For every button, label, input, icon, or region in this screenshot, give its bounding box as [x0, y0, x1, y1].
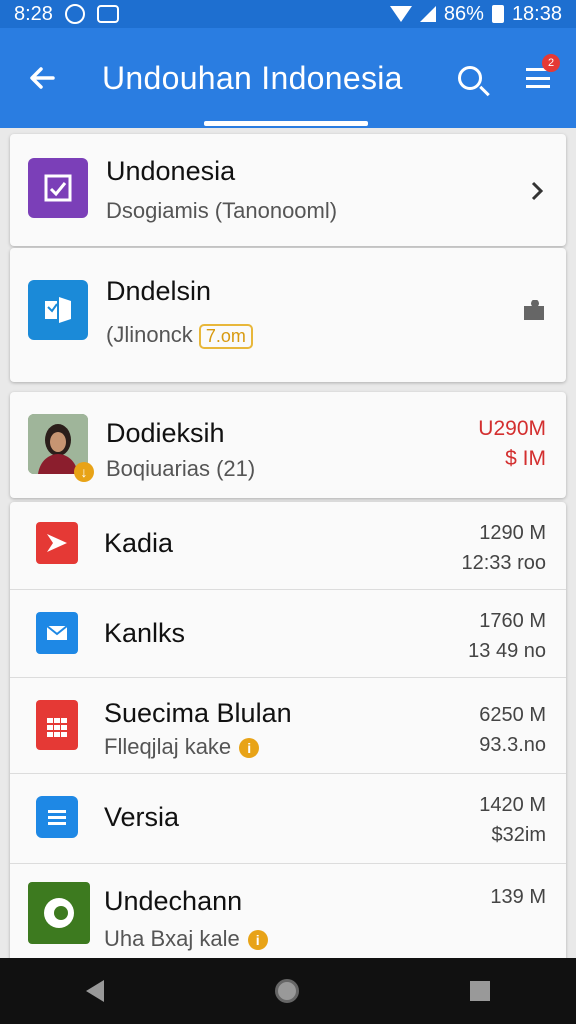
card-sub: (Jlinonck 7.om: [106, 322, 253, 349]
status-badge: ↓: [74, 462, 94, 482]
card-name: Undonesia: [106, 156, 236, 186]
nav-recent-icon[interactable]: [470, 981, 491, 1001]
app-bar: Undouhan Indonesia 2: [0, 28, 576, 128]
card-value: U290M $ IM: [478, 417, 546, 470]
system-nav-bar: [0, 958, 576, 1024]
list-item[interactable]: Suecima Blulan Flleqjlaj kake i 6250 M 93…: [10, 678, 566, 772]
mail-icon: [36, 612, 78, 654]
file-list: Kadia 1290 M 12:33 roo Kanlks 1760 M 13 …: [10, 502, 566, 958]
item-name: Versia: [104, 802, 180, 832]
card-dodieksih[interactable]: ↓ Dodieksih Boqiuarias (21) U290M $ IM: [10, 392, 566, 498]
spreadsheet-icon: [36, 700, 78, 750]
menu-badge: 2: [542, 54, 560, 72]
item-name: Kadia: [104, 528, 174, 558]
download-list: Undonesia Dsogiamis (Tanonooml) Dndelsin…: [0, 128, 576, 958]
app-notification-icon: [96, 5, 119, 23]
card-name: Dndelsin: [106, 276, 212, 306]
office-icon: [28, 280, 88, 340]
battery-icon: [491, 5, 504, 23]
info-badge-icon: i: [239, 738, 260, 759]
page-title: Undouhan Indonesia: [102, 59, 403, 96]
tab-indicator: [204, 121, 368, 126]
list-item[interactable]: Kanlks 1760 M 13 49 no: [10, 590, 566, 676]
document-check-icon: [28, 158, 88, 218]
nav-back-icon[interactable]: [85, 980, 104, 1002]
item-sub: Uha Bxaj kale i: [104, 926, 268, 952]
status-time-right: 18:38: [511, 2, 562, 25]
item-value: 1760 M 13 49 no: [468, 610, 546, 662]
item-name: Suecima Blulan: [104, 698, 292, 728]
arrow-left-icon: [30, 67, 55, 89]
search-button[interactable]: [440, 66, 500, 90]
card-name: Dodieksih: [106, 418, 225, 448]
card-sub: Dsogiamis (Tanonooml): [106, 198, 338, 223]
search-icon: [458, 66, 482, 90]
list-item[interactable]: Versia 1420 M $32im: [10, 774, 566, 862]
wifi-icon: [389, 6, 412, 22]
document-lines-icon: [36, 796, 78, 838]
item-name: Undechann: [104, 886, 243, 916]
item-value: 6250 M 93.3.no: [479, 704, 546, 756]
item-value: 139 M: [490, 886, 546, 908]
card-sub: Boqiuarias (21): [106, 456, 256, 481]
play-icon: [36, 522, 78, 564]
card-undonesia[interactable]: Undonesia Dsogiamis (Tanonooml): [10, 134, 566, 246]
status-time-left: 8:28: [14, 2, 53, 25]
item-name: Kanlks: [104, 618, 186, 648]
notification-icon: [64, 4, 85, 24]
info-badge-icon: i: [247, 930, 268, 951]
item-value: 1290 M 12:33 roo: [461, 522, 546, 574]
menu-button[interactable]: 2: [500, 54, 576, 88]
chevron-right-icon: [531, 181, 544, 201]
list-item[interactable]: Undechann Uha Bxaj kale i 139 M: [10, 864, 566, 958]
item-sub: Flleqjlaj kake i: [104, 734, 260, 760]
puzzle-icon[interactable]: [520, 300, 548, 324]
list-item[interactable]: Kadia 1290 M 12:33 roo: [10, 502, 566, 588]
item-value: 1420 M $32im: [479, 794, 546, 846]
nav-home-icon[interactable]: [274, 979, 299, 1003]
battery-percent: 86%: [443, 2, 484, 25]
size-pill: 7.om: [198, 323, 253, 349]
card-dndelsin[interactable]: Dndelsin (Jlinonck 7.om: [10, 248, 566, 382]
back-button[interactable]: [0, 63, 84, 93]
status-bar: 8:28 86% 18:38: [0, 0, 576, 28]
app-logo-icon: [28, 882, 90, 944]
signal-icon: [419, 6, 436, 22]
